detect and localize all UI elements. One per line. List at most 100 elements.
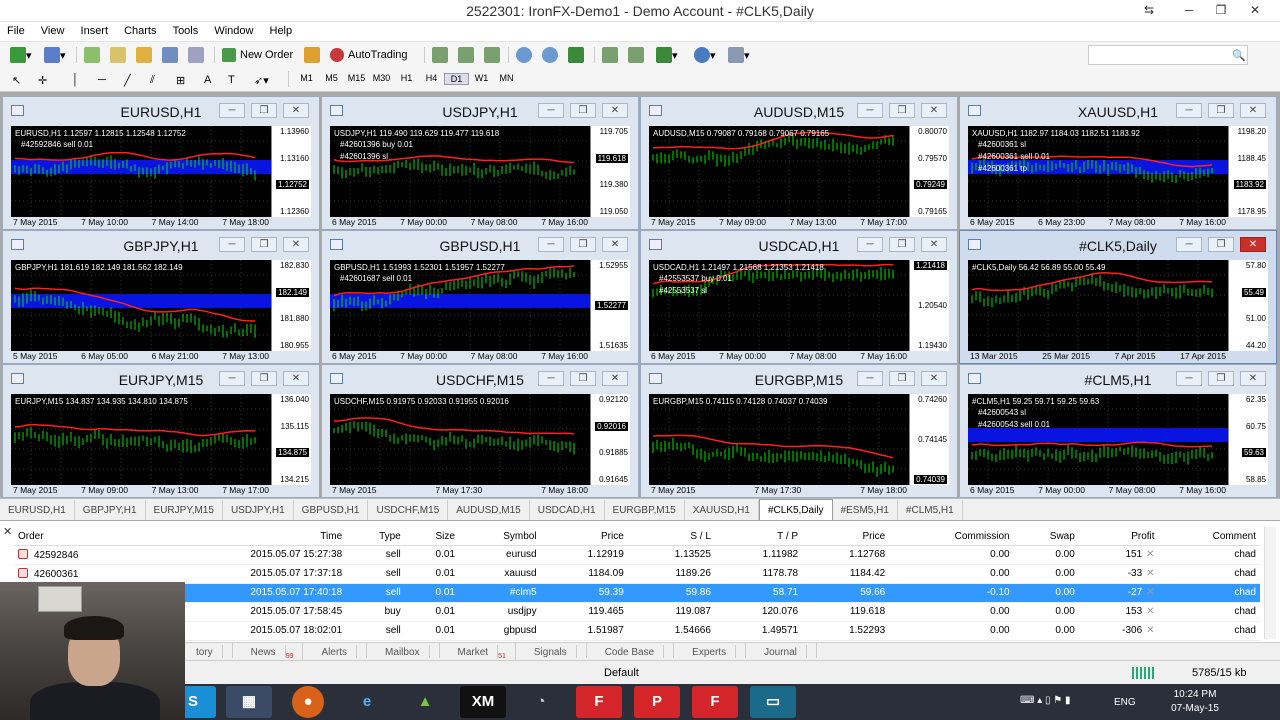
chart-plot-area[interactable]: GBPJPY,H1 181.619 182.149 181.562 182.14… [11, 260, 311, 351]
chart-window[interactable]: #CLM5,H1 ─ ❐ ✕ #CLM5,H1 59.25 59.71 59.25 59… [959, 364, 1277, 498]
data-window-icon[interactable] [110, 45, 126, 65]
chart-close-button[interactable]: ✕ [602, 237, 628, 252]
periods-icon[interactable]: ▾ [694, 45, 716, 65]
channel-icon[interactable]: ⫽ [150, 70, 155, 90]
chart-restore-button[interactable]: ❐ [251, 103, 277, 118]
chart-restore-button[interactable]: ❐ [251, 371, 277, 386]
terminal-tab[interactable]: Alerts [303, 643, 368, 658]
navigator-icon[interactable] [136, 45, 152, 65]
chart-restore-button[interactable]: ❐ [1208, 237, 1234, 252]
chart-close-button[interactable]: ✕ [1240, 103, 1266, 118]
timeframe-h4[interactable]: H4 [419, 73, 444, 85]
terminal-tab[interactable]: Journal [746, 643, 817, 658]
templates-icon[interactable]: ▾ [728, 45, 750, 65]
chart-close-button[interactable]: ✕ [602, 371, 628, 386]
close-order-icon[interactable]: ✕ [1146, 587, 1154, 598]
chart-plot-area[interactable]: GBPUSD,H1 1.51993 1.52301 1.51957 1.5227… [330, 260, 630, 351]
chart-close-button[interactable]: ✕ [283, 103, 309, 118]
chart-tab[interactable]: EURGBP,M15 [605, 500, 685, 521]
chart-minimize-button[interactable]: ─ [219, 371, 245, 386]
column-header[interactable]: Profit [1078, 528, 1159, 546]
minimize-button[interactable]: ─ [1172, 0, 1206, 22]
chart-tab[interactable]: #CLM5,H1 [898, 500, 963, 521]
column-header[interactable]: Size [404, 528, 459, 546]
timeframe-m5[interactable]: M5 [319, 73, 344, 85]
chart-plot-area[interactable]: EURUSD,H1 1.12597 1.12815 1.12548 1.1275… [11, 126, 311, 217]
new-order-button[interactable]: New Order [222, 45, 293, 65]
timeframe-d1[interactable]: D1 [444, 73, 469, 85]
order-row[interactable]: 42592846 2015.05.07 15:27:38 sell 0.01 eurus… [14, 545, 1260, 565]
chart-window[interactable]: EURGBP,M15 ─ ❐ ✕ EURGBP,M15 0.74115 0.74128 … [640, 364, 958, 498]
chart-restore-button[interactable]: ❐ [251, 237, 277, 252]
chart-plot-area[interactable]: #CLK5,Daily 56.42 56.89 55.00 55.49 57.80… [968, 260, 1268, 351]
p-app-icon[interactable]: P [634, 686, 680, 718]
metatrader-icon[interactable]: ▲ [402, 686, 448, 718]
chart-window[interactable]: GBPUSD,H1 ─ ❐ ✕ GBPUSD,H1 1.51993 1.52301 1.… [321, 230, 639, 364]
menu-tools[interactable]: Tools [166, 22, 205, 37]
menu-help[interactable]: Help [263, 22, 299, 37]
autoscroll-icon[interactable] [628, 45, 644, 65]
chart-restore-button[interactable]: ❐ [1208, 371, 1234, 386]
close-order-icon[interactable]: ✕ [1146, 606, 1154, 617]
chart-close-button[interactable]: ✕ [921, 371, 947, 386]
chart-tab[interactable]: USDCHF,M15 [368, 500, 449, 521]
chart-minimize-button[interactable]: ─ [219, 103, 245, 118]
terminal-tab[interactable]: Mailbox [367, 643, 440, 658]
order-row[interactable]: 2015.05.07 17:40:18 sell 0.01 #clm5 59.39 59.… [14, 583, 1260, 603]
chart-window[interactable]: AUDUSD,M15 ─ ❐ ✕ AUDUSD,M15 0.79087 0.79168 … [640, 96, 958, 230]
chart-restore-button[interactable]: ❐ [570, 237, 596, 252]
chart-minimize-button[interactable]: ─ [857, 103, 883, 118]
menu-file[interactable]: File [0, 22, 31, 37]
column-header[interactable]: Order [14, 528, 150, 546]
chart-restore-button[interactable]: ❐ [889, 237, 915, 252]
close-order-icon[interactable]: ✕ [1146, 549, 1154, 560]
terminal-tab[interactable]: tory [178, 643, 233, 658]
trendline-icon[interactable]: ╱ [124, 70, 131, 90]
column-header[interactable]: Type [346, 528, 405, 546]
timeframe-m1[interactable]: M1 [294, 73, 319, 85]
column-header[interactable]: Commission [889, 528, 1014, 546]
chart-restore-button[interactable]: ❐ [570, 103, 596, 118]
chart-window[interactable]: #CLK5,Daily ─ ❐ ✕ #CLK5,Daily 56.42 56.89 55… [959, 230, 1277, 364]
chart-minimize-button[interactable]: ─ [857, 371, 883, 386]
chart-window[interactable]: USDCHF,M15 ─ ❐ ✕ USDCHF,M15 0.91975 0.92033 … [321, 364, 639, 498]
restore-button[interactable]: ❐ [1204, 0, 1238, 22]
chart-minimize-button[interactable]: ─ [1176, 103, 1202, 118]
close-order-icon[interactable]: ✕ [1146, 625, 1154, 636]
terminal-tab[interactable]: Experts [674, 643, 747, 658]
menu-view[interactable]: View [34, 22, 71, 37]
chart-restore-button[interactable]: ❐ [570, 371, 596, 386]
chart-plot-area[interactable]: USDJPY,H1 119.490 119.629 119.477 119.61… [330, 126, 630, 217]
terminal-close-icon[interactable]: ✕ [3, 525, 12, 538]
chart-minimize-button[interactable]: ─ [219, 237, 245, 252]
chart-plot-area[interactable]: USDCHF,M15 0.91975 0.92033 0.91955 0.920… [330, 394, 630, 485]
chart-window[interactable]: XAUUSD,H1 ─ ❐ ✕ XAUUSD,H1 1182.97 1184.03 11… [959, 96, 1277, 230]
chart-plot-area[interactable]: USDCAD,H1 1.21497 1.21568 1.21353 1.2141… [649, 260, 949, 351]
chart-tab[interactable]: USDJPY,H1 [223, 500, 294, 521]
chart-minimize-button[interactable]: ─ [1176, 237, 1202, 252]
ie-icon[interactable]: e [344, 686, 390, 718]
bar-chart-icon[interactable] [432, 45, 448, 65]
profiles-icon[interactable]: ▾ [44, 45, 66, 65]
terminal-icon[interactable] [162, 45, 178, 65]
column-header[interactable]: Time [149, 528, 347, 546]
chart-tab[interactable]: AUDUSD,M15 [448, 500, 530, 521]
chart-restore-button[interactable]: ❐ [1208, 103, 1234, 118]
chart-window[interactable]: EURUSD,H1 ─ ❐ ✕ EURUSD,H1 1.12597 1.12815 1.… [2, 96, 320, 230]
chart-tab[interactable]: GBPJPY,H1 [75, 500, 146, 521]
column-header[interactable]: Symbol [458, 528, 541, 546]
timeframe-w1[interactable]: W1 [469, 73, 494, 85]
chart-plot-area[interactable]: EURJPY,M15 134.837 134.935 134.810 134.8… [11, 394, 311, 485]
monitor-app-icon[interactable]: ▭ [750, 686, 796, 718]
column-header[interactable]: Price [802, 528, 890, 546]
fxcm-icon-1[interactable]: F [576, 686, 622, 718]
explorer-icon[interactable]: ▦ [226, 686, 272, 718]
terminal-scrollbar[interactable] [1264, 527, 1276, 639]
order-row[interactable]: 2015.05.07 18:02:01 sell 0.01 gbpusd 1.51987… [14, 621, 1260, 641]
vertical-line-icon[interactable]: │ [72, 70, 79, 90]
column-header[interactable]: T / P [714, 528, 803, 546]
chart-minimize-button[interactable]: ─ [538, 103, 564, 118]
terminal-tab[interactable]: News 99 [233, 643, 304, 660]
chart-plot-area[interactable]: XAUUSD,H1 1182.97 1184.03 1182.51 1183.9… [968, 126, 1268, 217]
chart-tab[interactable]: EURJPY,M15 [146, 500, 223, 521]
